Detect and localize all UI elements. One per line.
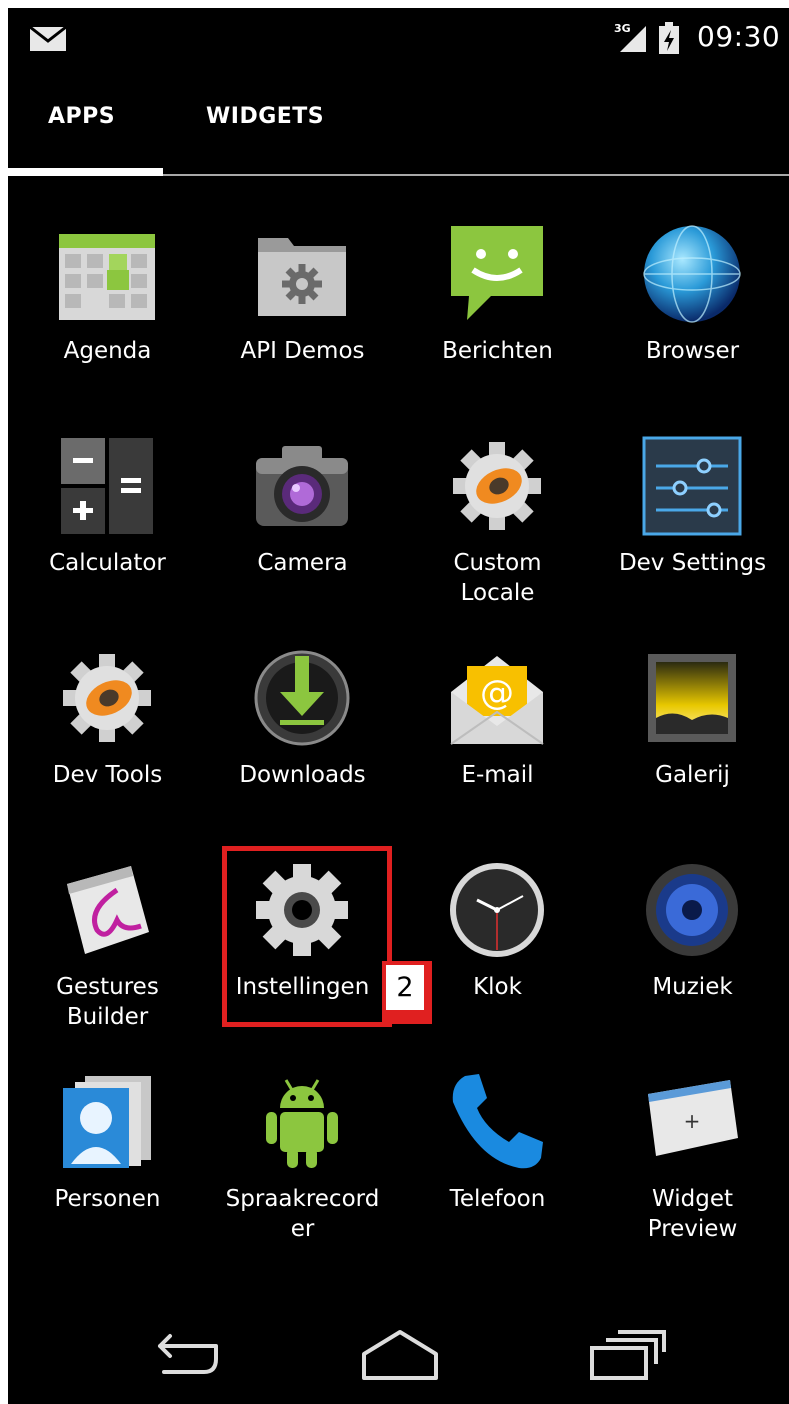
app-label: Dev Tools [52, 762, 163, 788]
app-label: Muziek [652, 974, 733, 1000]
navigation-bar [8, 1308, 789, 1404]
gear-orange-icon [63, 654, 151, 742]
app-spraakrecorder[interactable]: Spraakrecord er [205, 1072, 400, 1272]
contacts-icon [63, 1076, 151, 1168]
calendar-icon [59, 234, 155, 320]
app-downloads[interactable]: Downloads [205, 648, 400, 848]
app-berichten[interactable]: Berichten [400, 224, 595, 424]
app-dev-settings[interactable]: Dev Settings [595, 436, 789, 636]
app-telefoon[interactable]: Telefoon [400, 1072, 595, 1272]
messaging-icon [451, 226, 543, 320]
app-label: Widget Preview [647, 1186, 738, 1242]
calculator-icon [61, 438, 153, 534]
app-galerij[interactable]: Galerij [595, 648, 789, 848]
app-camera[interactable]: Camera [205, 436, 400, 636]
annotation-badge: 2 [386, 965, 424, 1010]
app-label: Agenda [63, 338, 152, 364]
app-calculator[interactable]: Calculator [10, 436, 205, 636]
app-klok[interactable]: Klok [400, 860, 595, 1060]
app-gestures-builder[interactable]: Gestures Builder [10, 860, 205, 1060]
app-label: Gestures Builder [56, 974, 159, 1030]
app-label: Spraakrecord er [225, 1186, 380, 1242]
svg-text:@: @ [480, 673, 514, 713]
app-label: Camera [257, 550, 348, 576]
app-label: Custom Locale [453, 550, 542, 606]
app-agenda[interactable]: Agenda [10, 224, 205, 424]
download-icon [254, 650, 350, 746]
app-dev-tools[interactable]: Dev Tools [10, 648, 205, 848]
phone-icon [452, 1074, 543, 1169]
annotation-highlight-box [222, 846, 392, 1027]
app-label: E-mail [461, 762, 534, 788]
app-label: Downloads [239, 762, 366, 788]
app-label: Browser [645, 338, 740, 364]
app-label: Galerij [655, 762, 730, 788]
app-api-demos[interactable]: API Demos [205, 224, 400, 424]
app-email[interactable]: @ E-mail [400, 648, 595, 848]
svg-text:+: + [684, 1109, 701, 1133]
android-icon [266, 1079, 338, 1168]
music-speaker-icon [646, 864, 738, 956]
widget-preview-icon: + [648, 1080, 738, 1156]
app-label: Personen [54, 1186, 161, 1212]
app-muziek[interactable]: Muziek [595, 860, 789, 1060]
app-browser[interactable]: Browser [595, 224, 789, 424]
app-widget-preview[interactable]: + Widget Preview [595, 1072, 789, 1272]
app-label: Telefoon [449, 1186, 546, 1212]
globe-icon [643, 225, 741, 323]
back-icon[interactable] [146, 1328, 226, 1384]
android-screen: 3G 09:30 APPS WIDGETS Agenda API Demos B… [8, 8, 789, 1404]
gallery-icon [648, 654, 736, 742]
app-personen[interactable]: Personen [10, 1072, 205, 1272]
recents-icon[interactable] [586, 1328, 668, 1384]
gestures-icon [67, 866, 149, 954]
app-label: Dev Settings [618, 550, 767, 576]
sliders-icon [642, 436, 742, 536]
camera-icon [256, 446, 348, 526]
app-custom-locale[interactable]: Custom Locale [400, 436, 595, 636]
email-icon: @ [450, 656, 544, 745]
folder-gear-icon [258, 238, 346, 316]
clock-icon [450, 863, 544, 957]
gear-orange-icon [453, 442, 541, 530]
app-label: Calculator [49, 550, 166, 576]
app-grid: Agenda API Demos Berichten Browser Calcu… [8, 8, 789, 1308]
app-label: API Demos [240, 338, 365, 364]
app-label: Berichten [442, 338, 553, 364]
home-icon[interactable] [358, 1328, 442, 1384]
